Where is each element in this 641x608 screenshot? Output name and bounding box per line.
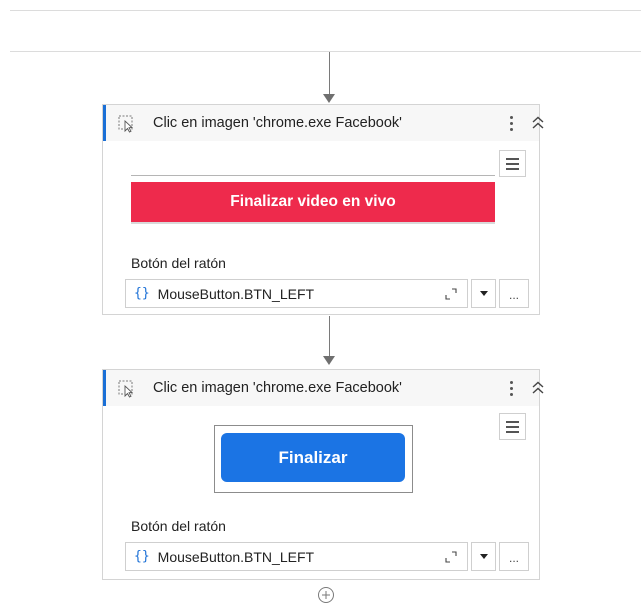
ellipsis-button[interactable]: ... <box>499 279 529 308</box>
expression-brace-icon: {} <box>134 549 150 564</box>
connector-arrow-icon <box>323 356 335 365</box>
connector-line <box>329 52 330 94</box>
add-activity-icon[interactable] <box>317 586 335 604</box>
dropdown-arrow-icon[interactable] <box>471 542 496 571</box>
activity-title: Clic en imagen 'chrome.exe Facebook' <box>153 380 402 396</box>
hamburger-menu-icon[interactable] <box>499 150 526 177</box>
activity-title: Clic en imagen 'chrome.exe Facebook' <box>153 115 402 131</box>
image-button-finalizar-video: Finalizar video en vivo <box>131 182 495 224</box>
expand-editor-icon[interactable] <box>445 551 457 563</box>
target-image-preview: Finalizar <box>214 425 413 493</box>
mouse-button-label: Botón del ratón <box>131 518 226 534</box>
more-vertical-icon[interactable] <box>503 111 519 135</box>
image-button-finalizar: Finalizar <box>221 433 405 482</box>
collapse-chevron-icon[interactable] <box>530 113 546 133</box>
workflow-top-band <box>10 10 641 52</box>
collapse-chevron-icon[interactable] <box>530 378 546 398</box>
target-image-preview: Finalizar video en vivo <box>131 175 495 230</box>
image-divider <box>131 175 495 176</box>
mouse-button-input[interactable]: {} MouseButton.BTN_LEFT <box>125 542 468 571</box>
click-image-icon <box>118 380 134 398</box>
expand-editor-icon[interactable] <box>445 288 457 300</box>
expression-brace-icon: {} <box>134 286 150 301</box>
ellipsis-button[interactable]: ... <box>499 542 529 571</box>
click-image-activity-1[interactable]: Clic en imagen 'chrome.exe Facebook' Fin… <box>102 104 544 315</box>
more-vertical-icon[interactable] <box>503 376 519 400</box>
connector-line <box>329 316 330 356</box>
mouse-button-label: Botón del ratón <box>131 255 226 271</box>
activity-header[interactable]: Clic en imagen 'chrome.exe Facebook' <box>103 105 544 141</box>
mouse-button-input[interactable]: {} MouseButton.BTN_LEFT <box>125 279 468 308</box>
dropdown-arrow-icon[interactable] <box>471 279 496 308</box>
click-image-icon <box>118 115 134 133</box>
hamburger-menu-icon[interactable] <box>499 413 526 440</box>
click-image-activity-2[interactable]: Clic en imagen 'chrome.exe Facebook' Fin… <box>102 369 544 580</box>
connector-arrow-icon <box>323 94 335 103</box>
mouse-button-value: MouseButton.BTN_LEFT <box>157 548 315 565</box>
mouse-button-value: MouseButton.BTN_LEFT <box>157 285 315 302</box>
activity-header[interactable]: Clic en imagen 'chrome.exe Facebook' <box>103 370 544 406</box>
